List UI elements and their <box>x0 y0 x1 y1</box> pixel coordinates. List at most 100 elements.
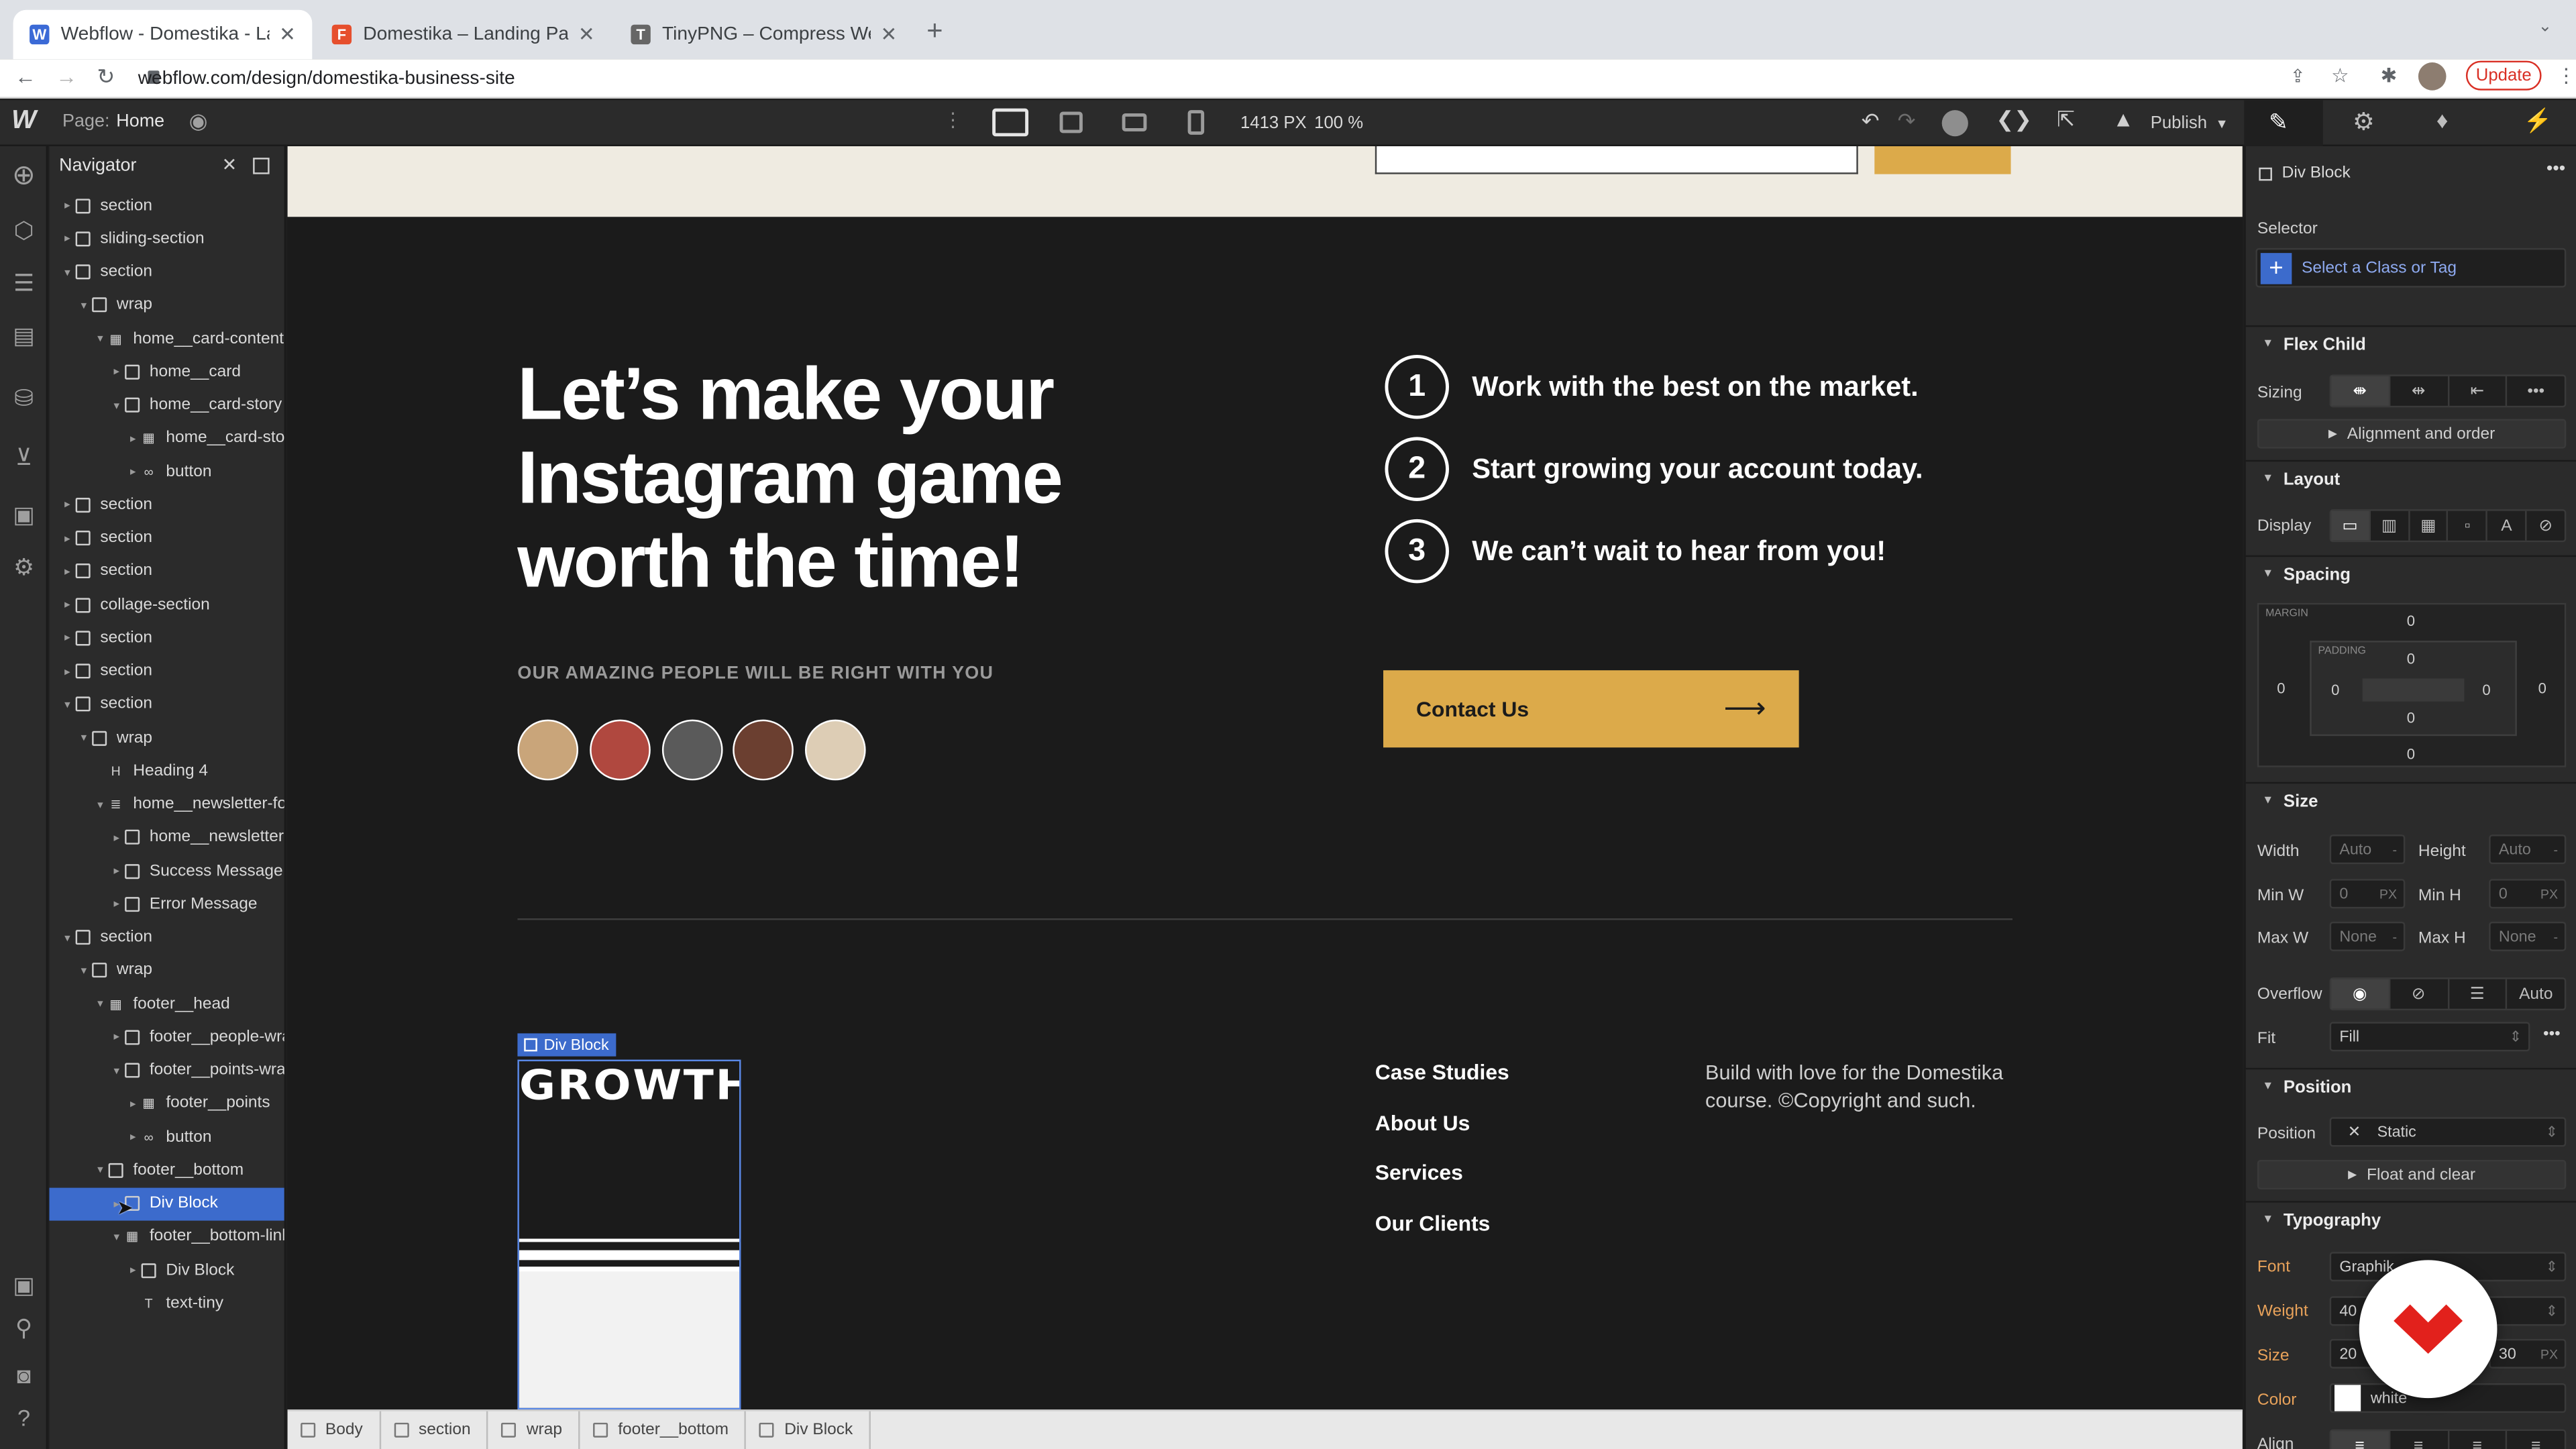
footer-link-case-studies[interactable]: Case Studies <box>1375 1060 1509 1110</box>
navigator-item[interactable]: ▸ footer__people-wra <box>49 1020 284 1053</box>
navigator-item[interactable]: ▸ ∞ button <box>49 1120 284 1153</box>
expand-caret-icon[interactable]: ▸ <box>125 1130 141 1143</box>
navigator-item[interactable]: ▾ ≣ home__newsletter-for <box>49 788 284 820</box>
overflow-scroll-icon[interactable]: ☰ <box>2449 979 2508 1009</box>
close-tab-icon[interactable]: ✕ <box>578 23 595 46</box>
padding-right-value[interactable]: 0 <box>2482 682 2490 698</box>
padding-left-value[interactable]: 0 <box>2331 682 2339 698</box>
navigator-item[interactable]: ▸ section <box>49 555 284 588</box>
close-tab-icon[interactable]: ✕ <box>279 23 296 46</box>
footer-link-about-us[interactable]: About Us <box>1375 1110 1509 1160</box>
help-icon[interactable]: ? <box>8 1401 40 1433</box>
mobile-portrait-icon[interactable] <box>1187 110 1205 135</box>
expand-caret-icon[interactable]: ▸ <box>59 665 75 678</box>
padding-top-value[interactable]: 0 <box>2407 651 2415 667</box>
layout-section-header[interactable]: ▼ Layout <box>2245 460 2576 496</box>
margin-top-value[interactable]: 0 <box>2407 612 2415 629</box>
height-input[interactable]: Auto - <box>2489 835 2567 865</box>
extensions-icon[interactable]: ✱ <box>2381 64 2398 87</box>
breadcrumb-footer-bottom[interactable]: footer__bottom <box>580 1410 747 1449</box>
display-none-icon[interactable]: ⊘ <box>2527 511 2565 541</box>
bookmark-star-icon[interactable]: ☆ <box>2331 64 2349 87</box>
navigator-item[interactable]: ▸ section <box>49 488 284 521</box>
expand-caret-icon[interactable]: ▾ <box>76 964 92 977</box>
browser-tab-tinypng[interactable]: T TinyPNG – Compress WebP, P ✕ <box>614 10 914 59</box>
alignment-order-button[interactable]: ▶ Alignment and order <box>2257 419 2567 449</box>
navigator-item[interactable]: ▾ ▦ footer__bottom-link <box>49 1220 284 1253</box>
align-center-icon[interactable]: ≡ <box>2390 1431 2449 1449</box>
design-canvas[interactable]: Let’s make your Instagram game worth the… <box>287 146 2243 1410</box>
expand-caret-icon[interactable]: ▸ <box>59 199 75 212</box>
expand-caret-icon[interactable]: ▾ <box>109 398 125 411</box>
flex-child-section-header[interactable]: ▼ Flex Child <box>2245 325 2576 362</box>
navigator-item[interactable]: ▸ collage-section <box>49 588 284 621</box>
navigator-item[interactable]: ▸ home__card <box>49 356 284 388</box>
more-breakpoints-icon[interactable]: ⋮ <box>943 109 963 131</box>
margin-right-value[interactable]: 0 <box>2538 680 2546 696</box>
symbols-icon[interactable]: ⬡ <box>8 215 40 247</box>
align-justify-icon[interactable]: ≡ <box>2508 1431 2565 1449</box>
expand-caret-icon[interactable]: ▸ <box>59 498 75 511</box>
page-selector[interactable]: Page: Home <box>62 112 164 131</box>
back-icon[interactable]: ← <box>15 64 36 89</box>
preview-eye-icon[interactable]: ◉ <box>189 109 208 135</box>
breadcrumb-body[interactable]: Body <box>288 1410 381 1449</box>
expand-caret-icon[interactable]: ▾ <box>59 930 75 944</box>
reload-icon[interactable]: ↻ <box>97 64 115 91</box>
display-block-icon[interactable]: ▭ <box>2331 511 2371 541</box>
expand-caret-icon[interactable]: ▸ <box>59 598 75 611</box>
search-icon[interactable]: ⚲ <box>8 1313 40 1344</box>
display-inline-icon[interactable]: A <box>2488 511 2527 541</box>
max-width-input[interactable]: None - <box>2329 921 2406 951</box>
cms-icon[interactable]: ⛁ <box>8 383 40 415</box>
navigator-item[interactable]: ▸ sliding-section <box>49 222 284 255</box>
navigator-item[interactable]: ▸ section <box>49 522 284 555</box>
more-options-icon[interactable]: ••• <box>2546 160 2565 179</box>
display-inline-block-icon[interactable]: ▫ <box>2449 511 2488 541</box>
profile-avatar[interactable] <box>2418 62 2447 91</box>
undo-icon[interactable]: ↶ <box>1862 109 1880 135</box>
contact-us-button[interactable]: Contact Us ⟶ <box>1383 670 1799 748</box>
align-left-icon[interactable]: ≡ <box>2331 1431 2390 1449</box>
expand-caret-icon[interactable]: ▸ <box>109 898 125 910</box>
display-flex-icon[interactable]: ▥ <box>2370 511 2410 541</box>
navigator-item[interactable]: ▾ ▦ footer__head <box>49 987 284 1020</box>
size-section-header[interactable]: ▼ Size <box>2245 782 2576 818</box>
expand-caret-icon[interactable]: ▸ <box>109 1030 125 1044</box>
address-bar[interactable]: webflow.com/design/domestika-business-si… <box>138 66 2307 92</box>
newsletter-submit-button[interactable] <box>1874 146 2011 174</box>
zoom-readout[interactable]: 100 % <box>1314 113 1363 133</box>
mobile-landscape-icon[interactable] <box>1122 113 1147 131</box>
style-manager-drops-icon[interactable]: ♦ <box>2436 107 2449 133</box>
display-control[interactable]: ▭ ▥ ▦ ▫ A ⊘ <box>2329 509 2567 543</box>
fit-more-icon[interactable]: ••• <box>2543 1025 2561 1043</box>
navigator-item[interactable]: ▾ ▦ home__card-content <box>49 322 284 355</box>
navigator-item[interactable]: ▾ section <box>49 688 284 721</box>
overflow-hidden-icon[interactable]: ⊘ <box>2390 979 2449 1009</box>
expand-caret-icon[interactable]: ▸ <box>125 431 141 445</box>
expand-caret-icon[interactable]: ▾ <box>76 299 92 312</box>
shrink-icon[interactable]: ⇼ <box>2331 376 2390 406</box>
navigator-item[interactable]: ▾ wrap <box>49 288 284 321</box>
expand-caret-icon[interactable]: ▾ <box>59 266 75 278</box>
expand-caret-icon[interactable]: ▾ <box>92 332 108 345</box>
navigator-item[interactable]: ▸ Div Block <box>49 1187 284 1220</box>
webflow-logo-icon[interactable]: W <box>11 107 36 136</box>
navigator-item[interactable]: ▾ wrap <box>49 954 284 987</box>
forward-icon[interactable]: → <box>56 64 77 89</box>
float-clear-button[interactable]: ▶ Float and clear <box>2257 1159 2567 1190</box>
navigator-item[interactable]: ▾ section <box>49 256 284 288</box>
grow-icon[interactable]: ⇹ <box>2390 376 2449 406</box>
padding-bottom-value[interactable]: 0 <box>2407 710 2415 726</box>
margin-bottom-value[interactable]: 0 <box>2407 746 2415 762</box>
newsletter-input[interactable] <box>1375 146 1858 174</box>
add-elements-icon[interactable]: ⊕ <box>8 158 40 191</box>
navigator-item[interactable]: ▾ home__card-story <box>49 388 284 421</box>
video-tutorials-icon[interactable]: ◙ <box>8 1358 40 1390</box>
navigator-item[interactable]: ▾ footer__bottom <box>49 1154 284 1187</box>
text-align-control[interactable]: ≡ ≡ ≡ ≡ <box>2329 1429 2567 1449</box>
navigator-item[interactable]: ▾ wrap <box>49 721 284 754</box>
overflow-control[interactable]: ◉ ⊘ ☰ Auto <box>2329 977 2567 1011</box>
update-button[interactable]: Update <box>2465 60 2542 91</box>
expand-caret-icon[interactable]: ▾ <box>92 798 108 810</box>
